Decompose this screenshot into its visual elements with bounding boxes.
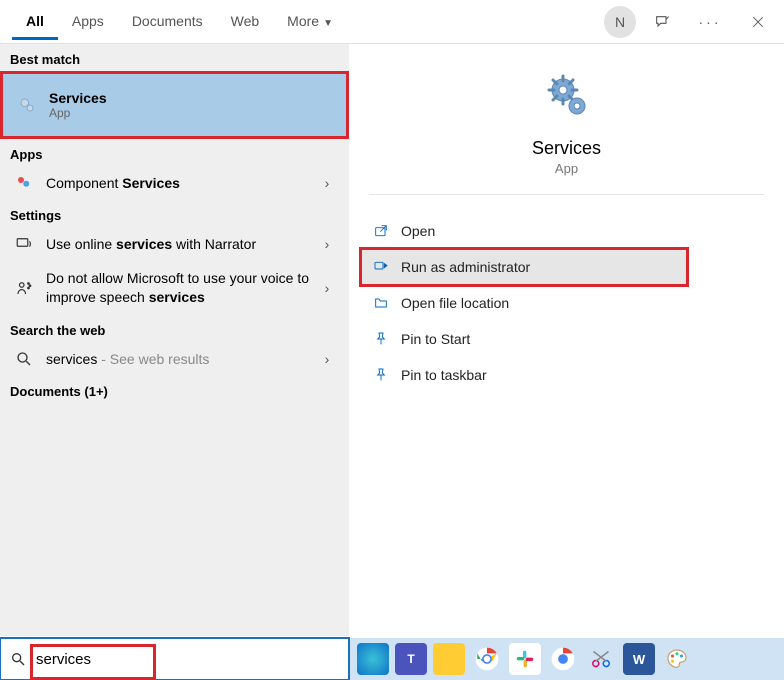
action-pin-to-start[interactable]: Pin to Start bbox=[361, 321, 772, 357]
taskbar-apps: T W bbox=[349, 643, 693, 675]
taskbar-teams-icon[interactable]: T bbox=[395, 643, 427, 675]
close-icon[interactable] bbox=[736, 0, 780, 44]
action-open[interactable]: Open bbox=[361, 213, 772, 249]
chevron-right-icon: › bbox=[317, 280, 337, 296]
action-open-file-location[interactable]: Open file location bbox=[361, 285, 772, 321]
section-best-match: Best match bbox=[0, 44, 349, 71]
taskbar-snip-icon[interactable] bbox=[585, 643, 617, 675]
taskbar-chrome2-icon[interactable] bbox=[547, 643, 579, 675]
search-box[interactable] bbox=[0, 638, 349, 680]
section-settings: Settings bbox=[0, 200, 349, 227]
action-pin-to-taskbar[interactable]: Pin to taskbar bbox=[361, 357, 772, 393]
result-title: Services bbox=[49, 90, 334, 106]
pin-icon bbox=[373, 367, 401, 383]
search-icon bbox=[0, 651, 36, 667]
result-title: Do not allow Microsoft to use your voice… bbox=[46, 269, 317, 307]
user-avatar[interactable]: N bbox=[604, 6, 636, 38]
result-narrator-services[interactable]: Use online services with Narrator › bbox=[0, 227, 349, 261]
pin-icon bbox=[373, 331, 401, 347]
preview-subtitle: App bbox=[555, 161, 578, 176]
result-speech-services[interactable]: Do not allow Microsoft to use your voice… bbox=[0, 261, 349, 315]
folder-icon bbox=[373, 295, 401, 311]
gears-icon bbox=[15, 96, 39, 114]
open-icon bbox=[373, 223, 401, 239]
action-run-as-administrator[interactable]: Run as administrator bbox=[361, 249, 687, 285]
search-input[interactable] bbox=[36, 638, 349, 680]
section-apps: Apps bbox=[0, 139, 349, 166]
taskbar-edge-icon[interactable] bbox=[357, 643, 389, 675]
result-services-app[interactable]: Services App bbox=[0, 71, 349, 139]
results-pane: Best match Services App Apps Component S… bbox=[0, 44, 349, 636]
component-icon bbox=[12, 174, 36, 192]
section-documents: Documents (1+) bbox=[0, 376, 349, 403]
tab-apps[interactable]: Apps bbox=[58, 3, 118, 40]
feedback-icon[interactable] bbox=[640, 0, 684, 44]
result-title: Use online services with Narrator bbox=[46, 236, 317, 252]
services-app-icon bbox=[543, 72, 591, 120]
taskbar-explorer-icon[interactable] bbox=[433, 643, 465, 675]
result-web-search[interactable]: services - See web results › bbox=[0, 342, 349, 376]
tab-more[interactable]: More▼ bbox=[273, 3, 347, 40]
filter-tabs: All Apps Documents Web More▼ N ··· bbox=[0, 0, 784, 44]
taskbar: T W bbox=[0, 638, 784, 680]
preview-pane: Services App Open Run as administrator O… bbox=[349, 44, 784, 636]
section-web: Search the web bbox=[0, 315, 349, 342]
search-icon bbox=[12, 350, 36, 368]
tab-web[interactable]: Web bbox=[217, 3, 274, 40]
preview-actions: Open Run as administrator Open file loca… bbox=[349, 195, 784, 393]
chevron-right-icon: › bbox=[317, 351, 337, 367]
taskbar-chrome-icon[interactable] bbox=[471, 643, 503, 675]
result-title: services - See web results bbox=[46, 351, 317, 367]
result-subtitle: App bbox=[49, 106, 334, 120]
speech-icon bbox=[12, 279, 36, 297]
chevron-right-icon: › bbox=[317, 175, 337, 191]
taskbar-paint-icon[interactable] bbox=[661, 643, 693, 675]
chevron-right-icon: › bbox=[317, 236, 337, 252]
taskbar-word-icon[interactable]: W bbox=[623, 643, 655, 675]
tab-documents[interactable]: Documents bbox=[118, 3, 217, 40]
tab-all[interactable]: All bbox=[12, 3, 58, 40]
more-options-icon[interactable]: ··· bbox=[688, 14, 732, 30]
taskbar-slack-icon[interactable] bbox=[509, 643, 541, 675]
preview-title: Services bbox=[532, 138, 601, 159]
result-title: Component Services bbox=[46, 175, 317, 191]
monitor-icon bbox=[12, 235, 36, 253]
result-component-services[interactable]: Component Services › bbox=[0, 166, 349, 200]
shield-icon bbox=[373, 259, 401, 275]
